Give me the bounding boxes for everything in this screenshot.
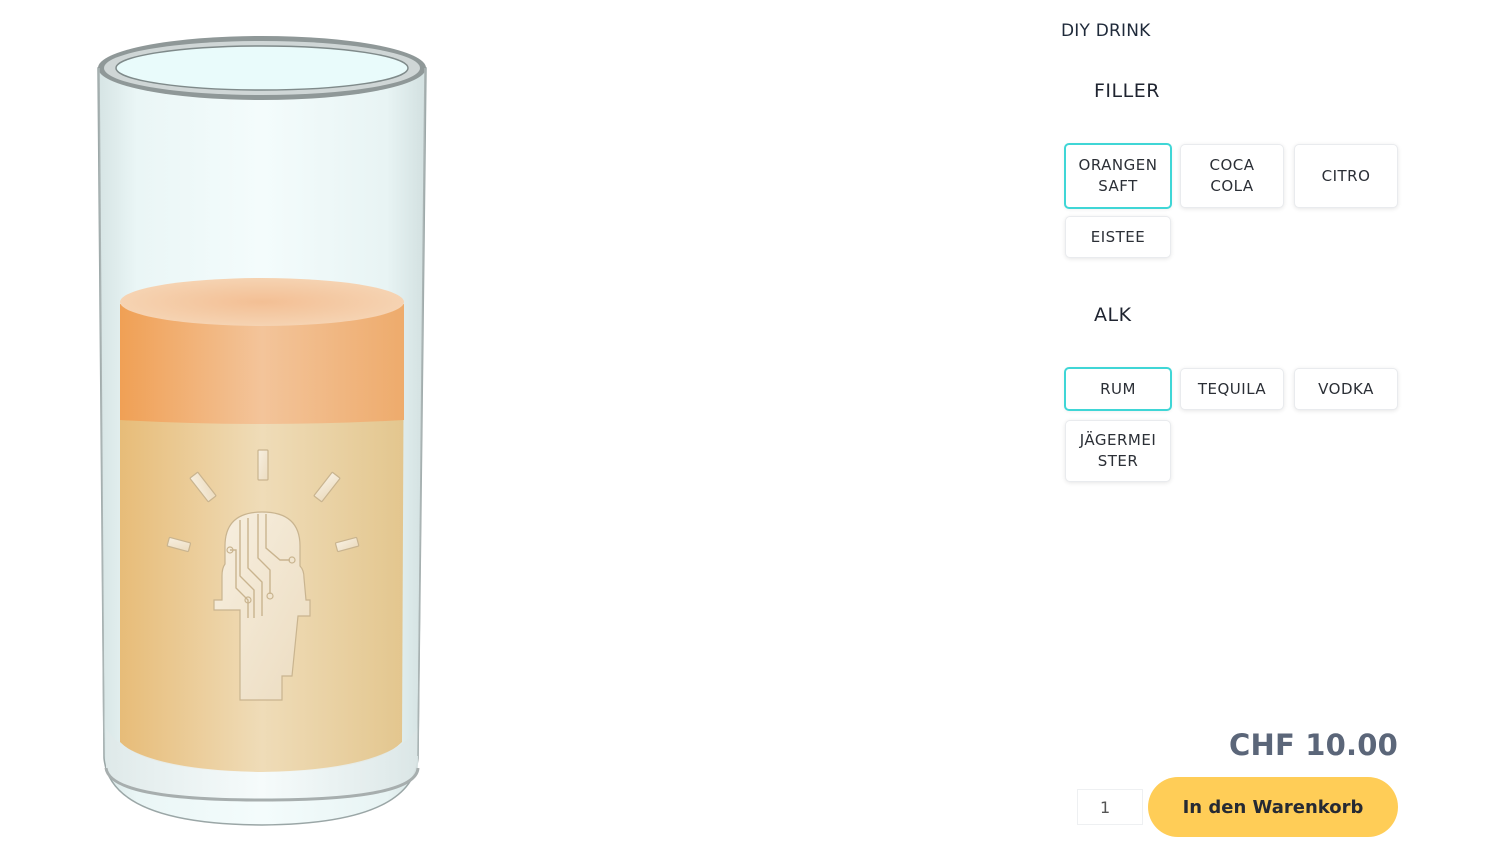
quantity-input[interactable]	[1077, 789, 1143, 825]
price-display: CHF 10.00	[1229, 728, 1398, 762]
drink-glass-illustration	[90, 28, 434, 834]
alk-option-vodka[interactable]: VODKA	[1294, 368, 1398, 410]
product-configurator: DIY DRINK FILLER ORANGEN SAFT COCA COLA CI…	[0, 0, 1500, 856]
filler-option-citro[interactable]: CITRO	[1294, 144, 1398, 208]
alk-option-jaegermeister[interactable]: JÄGERMEI STER	[1065, 420, 1171, 482]
add-to-cart-button[interactable]: In den Warenkorb	[1148, 777, 1398, 837]
filler-option-coca-cola[interactable]: COCA COLA	[1180, 144, 1284, 208]
product-title: DIY DRINK	[1061, 21, 1151, 41]
filler-option-orangensaft[interactable]: ORANGEN SAFT	[1064, 143, 1172, 209]
alk-section-title: ALK	[1094, 304, 1132, 326]
alk-option-rum[interactable]: RUM	[1064, 367, 1172, 411]
alk-option-tequila[interactable]: TEQUILA	[1180, 368, 1284, 410]
filler-section-title: FILLER	[1094, 80, 1160, 102]
filler-option-eistee[interactable]: EISTEE	[1065, 216, 1171, 258]
configurator-panel: DIY DRINK FILLER ORANGEN SAFT COCA COLA CI…	[1060, 18, 1405, 848]
